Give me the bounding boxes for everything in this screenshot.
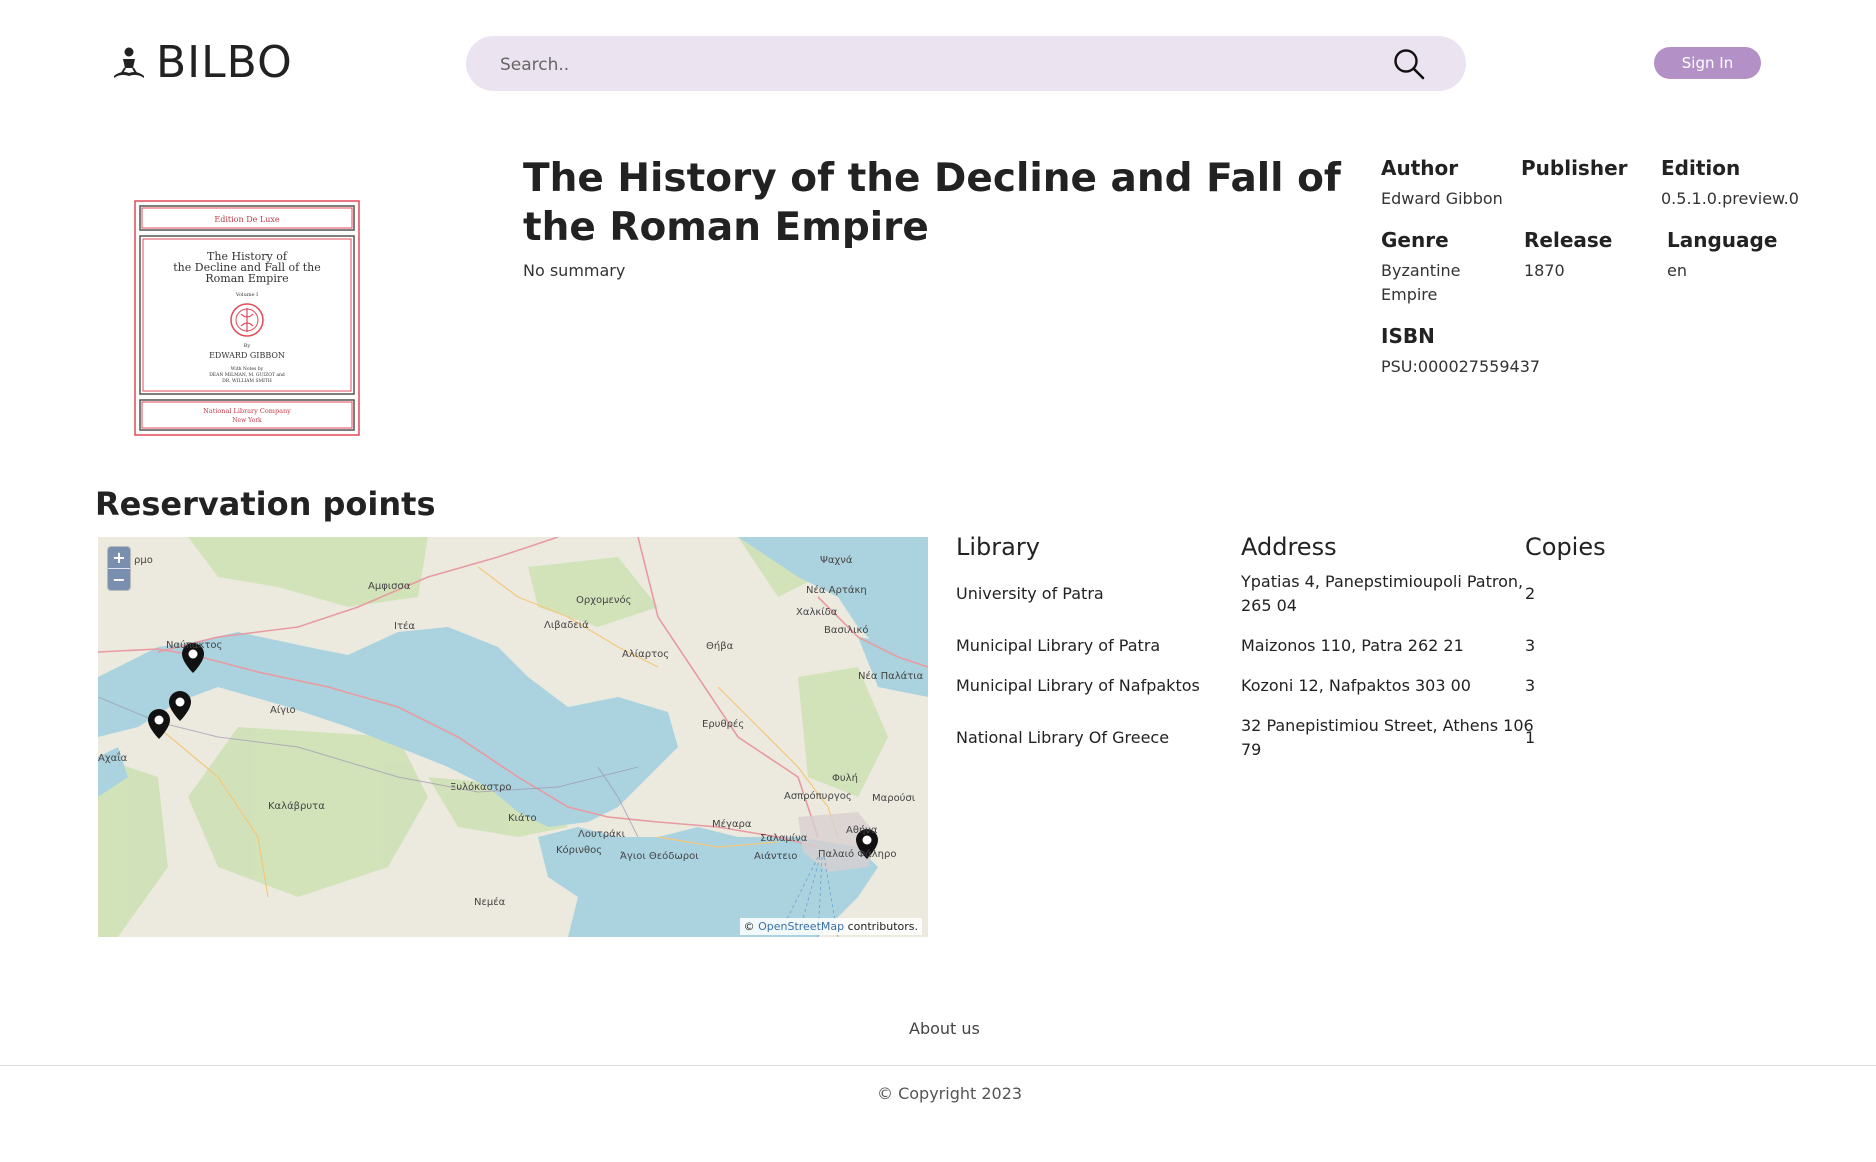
address-column-header: Address [1241,533,1337,561]
map-place-label: Λιβαδειά [544,620,589,631]
book-summary: No summary [523,261,626,280]
map-place-label: Καλάβρυτα [268,801,325,812]
cover-author: EDWARD GIBBON [209,351,285,360]
map-place-label: Παλαιό Φάληρο [818,849,897,860]
cover-notes: DEAN MILMAN, M. GUIZOT and [209,372,285,378]
release-value: 1870 [1524,261,1565,280]
map[interactable]: ρμο Αμφισσα Ιτέα Λιβαδειά Ορχομενός Ψαχν… [98,537,928,937]
footer-divider [0,1065,1876,1066]
map-place-label: Μαρούσι [872,793,916,804]
genre-value: Byzantine [1381,261,1461,280]
map-attribution: © OpenStreetMap contributors. [739,918,922,935]
map-place-label: Αλίαρτος [622,649,670,660]
search-icon[interactable] [1392,47,1426,81]
map-place-label: Κιάτο [508,813,537,824]
release-label: Release [1524,228,1613,252]
map-place-label: Αθήνα [846,825,878,836]
table-cell-address: Maizonos 110, Patra 262 21 [1241,636,1464,655]
edition-value: 0.5.1.0.preview.0 [1661,189,1799,208]
cover-title-line: Roman Empire [205,272,288,285]
map-tiles [98,537,928,937]
map-place-label: Σαλαμίνα [760,833,808,844]
cover-publisher: National Library Company [203,407,291,415]
language-label: Language [1667,228,1778,252]
map-place-label: Αμφισσα [368,581,411,592]
zoom-in-button[interactable]: + [108,547,130,568]
table-cell-library: National Library Of Greece [956,728,1170,747]
cover-by: By [244,343,251,349]
author-value: Edward Gibbon [1381,189,1503,208]
map-place-label: Άγιοι Θεόδωροι [620,851,699,862]
cover-notes: With Notes by [231,366,264,372]
map-place-label: Μέγαρα [712,819,752,830]
map-place-label: Ερυθρές [702,719,745,730]
map-place-label: Κόρινθος [556,845,603,856]
table-cell-copies: 3 [1525,636,1536,655]
edition-label: Edition [1661,156,1741,180]
table-cell-address: Kozoni 12, Nafpaktos 303 00 [1241,676,1471,695]
genre-value-line2: Empire [1381,285,1438,304]
table-cell-copies: 2 [1525,584,1536,603]
map-place-label: Ασπρόπυργος [784,791,852,802]
map-place-label: Χαλκίδα [796,607,838,618]
map-place-label: Φυλή [832,773,858,784]
copies-column-header: Copies [1525,533,1606,561]
table-cell-address: Ypatias 4, Panepstimioupoli Patron, [1241,572,1524,591]
table-cell-copies: 3 [1525,676,1536,695]
map-place-label: Αχαΐα [98,753,128,764]
book-title: The History of the Decline and Fall of t… [523,156,1341,250]
zoom-out-button[interactable]: − [108,568,130,590]
logo[interactable]: BILBO [112,40,293,86]
library-column-header: Library [956,533,1040,561]
map-place-label: Ψαχνά [820,555,853,566]
table-cell-address-line2: 79 [1241,740,1262,759]
map-place-label: Βασιλικό [824,625,869,636]
map-place-label: Αιάντειο [754,851,798,862]
map-place-label: Θήβα [706,641,734,652]
cover-publisher-city: New York [232,417,262,424]
isbn-label: ISBN [1381,324,1435,348]
cover-top-label: Edition De Luxe [214,215,279,224]
table-cell-address-line2: 265 04 [1241,596,1297,615]
attribution-suffix: contributors. [847,920,918,933]
search-input[interactable] [498,36,1382,93]
about-us-link[interactable]: About us [909,1019,980,1038]
cover-volume: Volume I [235,292,258,298]
sign-in-button[interactable]: Sign In [1654,47,1761,79]
attribution-prefix: © [743,920,755,933]
genre-label: Genre [1381,228,1449,252]
openstreetmap-link[interactable]: OpenStreetMap [758,920,844,933]
reservation-points-heading: Reservation points [95,485,436,523]
isbn-value: PSU:000027559437 [1381,357,1541,376]
table-cell-library: University of Patra [956,584,1104,603]
map-place-label: Ιτέα [394,621,415,632]
search-bar [466,36,1466,93]
zoom-control: + − [108,547,130,590]
map-place-label: Νεμέα [474,897,506,908]
map-place-label: Λουτράκι [578,829,625,840]
map-place-label: Νέα Αρτάκη [806,585,867,596]
logo-text: BILBO [156,37,293,88]
reader-icon [114,47,144,78]
map-place-label: ρμο [134,555,153,566]
map-place-label: Αίγιο [270,705,296,716]
map-place-label: Ξυλόκαστρο [450,782,512,793]
map-place-label: Νέα Παλάτια [858,671,924,682]
cover-notes: DR. WILLIAM SMITH [222,378,272,384]
book-cover: Edition De Luxe The History of the Decli… [134,200,360,436]
language-value: en [1667,261,1687,280]
map-place-label: Ορχομενός [576,595,632,606]
table-cell-copies: 1 [1525,728,1536,747]
author-label: Author [1381,156,1459,180]
table-cell-library: Municipal Library of Nafpaktos [956,676,1200,695]
table-cell-library: Municipal Library of Patra [956,636,1161,655]
publisher-label: Publisher [1521,156,1628,180]
map-place-label: Ναύπακτος [166,640,223,651]
table-cell-address: 32 Panepistimiou Street, Athens 106 [1241,716,1534,735]
copyright-text: © Copyright 2023 [877,1084,1023,1103]
